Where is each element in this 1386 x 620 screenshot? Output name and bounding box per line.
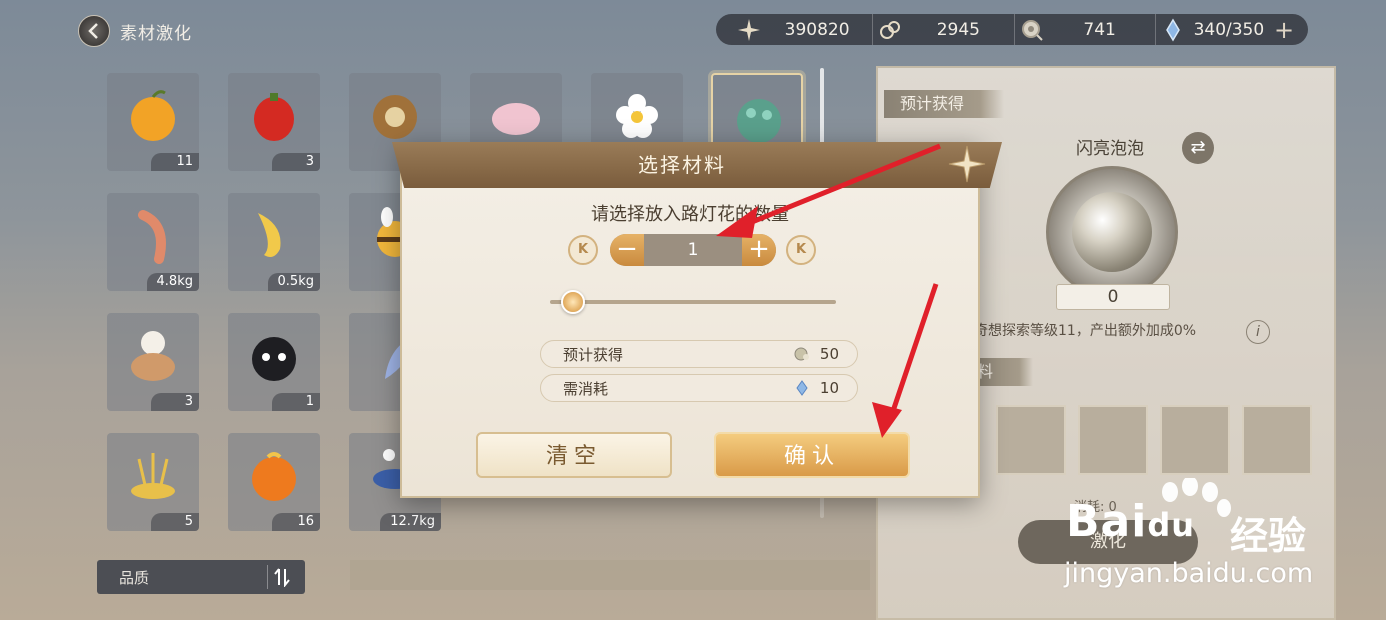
quantity-prompt: 请选择放入路灯花的数量: [591, 204, 789, 225]
footer-band: [350, 560, 870, 590]
watermark-cn: 经验: [1230, 514, 1307, 558]
goldfish-icon: [258, 213, 281, 257]
item-count: 3: [151, 393, 199, 411]
currency-value: 2945: [936, 19, 980, 40]
page-title: 素材激化: [120, 23, 192, 44]
quantity-value[interactable]: 1: [644, 234, 742, 266]
currency-value: 741: [1083, 19, 1116, 40]
golden-grass-icon: [131, 453, 175, 499]
skip-start-icon: K: [577, 242, 589, 257]
bonus-text: 奇想探索等级11，产出额外加成0%: [974, 323, 1197, 339]
item-count: 3: [272, 153, 320, 171]
material-item[interactable]: 4.8kg: [107, 193, 199, 291]
item-count: 5: [151, 513, 199, 531]
pinecone-icon: [373, 95, 417, 139]
material-item[interactable]: 11: [107, 73, 199, 171]
item-count: 11: [151, 153, 199, 171]
orange-icon: [252, 452, 296, 501]
currency-shells: 2945: [872, 14, 1013, 45]
material-item[interactable]: 5: [107, 433, 199, 531]
dialog-title: 选择材料: [638, 153, 726, 177]
material-item[interactable]: 0.5kg: [228, 193, 320, 291]
red-pepper-icon: [254, 93, 294, 141]
swap-product-button[interactable]: ⇄: [1182, 132, 1214, 164]
quality-filter[interactable]: 品质: [97, 560, 305, 594]
product-name: 闪亮泡泡: [1076, 139, 1144, 159]
material-item[interactable]: 3: [107, 313, 199, 411]
quality-filter-label: 品质: [119, 568, 150, 587]
material-slot[interactable]: [996, 405, 1066, 475]
sort-icon[interactable]: [267, 565, 295, 589]
material-item[interactable]: 16: [228, 433, 320, 531]
increase-button[interactable]: +: [742, 234, 776, 266]
watermark-brand-bai: Bai: [1066, 496, 1148, 547]
add-crystal-button[interactable]: +: [1272, 18, 1296, 42]
orange-fruit-icon: [131, 90, 175, 141]
section-label: 预计获得: [884, 90, 1004, 118]
estimate-label: 预计获得: [563, 345, 624, 364]
white-flower-icon: [616, 94, 658, 138]
cost-value: 10: [819, 379, 839, 397]
watermark-brand-du: du: [1147, 506, 1195, 544]
item-count: 4.8kg: [146, 273, 199, 291]
coin-icon: [1019, 17, 1045, 43]
quantity-stepper[interactable]: − 1 +: [610, 234, 776, 266]
max-quantity-button[interactable]: K: [786, 235, 816, 265]
info-icon[interactable]: i: [1246, 320, 1270, 344]
crystal-icon: [792, 378, 812, 398]
black-cat-icon: [252, 337, 296, 381]
min-quantity-button[interactable]: K: [568, 235, 598, 265]
confirm-button[interactable]: 确认: [714, 432, 910, 478]
quantity-slider[interactable]: [550, 300, 836, 304]
item-count: 16: [272, 513, 320, 531]
cost-row: 需消耗 10: [540, 374, 858, 402]
skip-end-icon: K: [795, 242, 807, 257]
clear-button[interactable]: 清空: [476, 432, 672, 478]
estimate-value: 50: [819, 345, 839, 363]
product-count: 0: [1056, 284, 1170, 310]
close-dialog-button[interactable]: [942, 142, 992, 186]
cost-label: 需消耗: [563, 379, 609, 398]
back-button[interactable]: [78, 15, 110, 47]
material-slot[interactable]: [1160, 405, 1230, 475]
material-item[interactable]: 1: [228, 313, 320, 411]
star-icon: [736, 17, 762, 43]
item-count: 1: [272, 393, 320, 411]
currency-coins: 741: [1013, 14, 1155, 45]
item-count: 0.5kg: [267, 273, 320, 291]
currency-stars: 390820: [732, 14, 872, 45]
shell-icon: [877, 17, 903, 43]
green-berry-icon: [737, 99, 781, 143]
back-arrow-icon: [88, 23, 98, 39]
bubble-icon: [1072, 192, 1152, 272]
watermark-brand: Baidu: [1066, 496, 1195, 547]
page-header: 素材激化: [78, 14, 192, 48]
pink-flower-icon: [492, 103, 540, 135]
decrease-button[interactable]: −: [610, 234, 644, 266]
crystal-icon: [1160, 17, 1186, 43]
currency-bar: 390820 2945 741 340/350 +: [716, 14, 1308, 45]
currency-crystals: 340/350 +: [1154, 14, 1296, 45]
estimate-row: 预计获得 50: [540, 340, 858, 368]
bubble-icon: [792, 344, 812, 364]
watermark-url: jingyan.baidu.com: [1064, 558, 1314, 589]
material-slot[interactable]: [1242, 405, 1312, 475]
material-slot[interactable]: [1078, 405, 1148, 475]
item-count: 12.7kg: [380, 513, 441, 531]
currency-value: 340/350: [1193, 19, 1265, 40]
mushroom-icon: [131, 331, 175, 381]
material-item[interactable]: 3: [228, 73, 320, 171]
currency-value: 390820: [784, 19, 850, 40]
close-star-icon: [948, 145, 986, 183]
shrimp-icon: [138, 210, 166, 264]
swap-icon: ⇄: [1190, 137, 1206, 158]
